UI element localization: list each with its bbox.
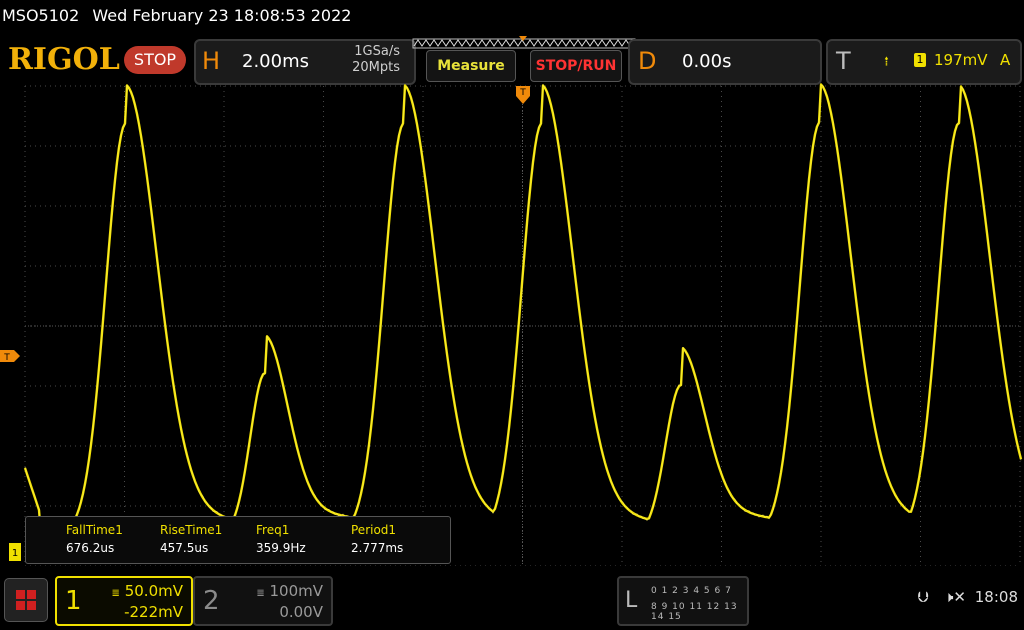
ch1-offset-marker[interactable]: 1: [9, 543, 21, 561]
trigger-position-marker[interactable]: T: [516, 86, 530, 104]
mute-icon[interactable]: 🕨✕: [944, 588, 966, 606]
measurement-value: 2.777ms: [351, 541, 404, 555]
measurement-value: 676.2us: [66, 541, 115, 555]
measurement-value: 457.5us: [160, 541, 209, 555]
system-tray: ⮋ 🕨✕ 18:08: [918, 588, 1018, 606]
measurement-label: FallTime1: [66, 523, 123, 537]
logic-letter: L: [625, 588, 638, 613]
channel-2-scale: 100mV: [269, 582, 323, 600]
channel-1-panel[interactable]: 1 ≣ 50.0mV -222mV: [55, 576, 193, 626]
logic-channels-panel[interactable]: L 0 1 2 3 4 5 6 7 8 9 10 11 12 13 14 15: [617, 576, 749, 626]
grid-icon: [16, 590, 25, 599]
channel-1-settings: ≣ 50.0mV -222mV: [112, 582, 183, 621]
measurement-value: 359.9Hz: [256, 541, 306, 555]
measurement-label: Freq1: [256, 523, 290, 537]
channel-2-offset: 0.00V: [279, 603, 323, 621]
logic-channels-row-1: 0 1 2 3 4 5 6 7: [651, 586, 732, 596]
dc-coupling-icon: ≣: [256, 588, 265, 599]
svg-text:T: T: [519, 88, 526, 98]
channel-2-panel[interactable]: 2 ≣ 100mV 0.00V: [193, 576, 333, 626]
dc-coupling-icon: ≣: [111, 588, 120, 599]
channel-1-scale: 50.0mV: [124, 582, 183, 600]
measurement-item: Freq1 359.9Hz: [256, 523, 306, 555]
trigger-level-marker[interactable]: T: [0, 350, 20, 363]
measurement-label: RiseTime1: [160, 523, 223, 537]
channel-1-number: 1: [65, 586, 82, 616]
bottom-bar: 1 ≣ 50.0mV -222mV 2 ≣ 100mV 0.00V L 0 1 …: [0, 566, 1024, 630]
channel-2-number: 2: [203, 586, 220, 616]
measurement-panel: FallTime1 676.2us RiseTime1 457.5us Freq…: [25, 516, 451, 564]
clock: 18:08: [974, 588, 1018, 606]
measurement-item: Period1 2.777ms: [351, 523, 403, 555]
channel-2-settings: ≣ 100mV 0.00V: [256, 582, 323, 621]
svg-text:1: 1: [12, 548, 18, 559]
channel-1-offset: -222mV: [124, 603, 183, 621]
usb-icon[interactable]: ⮋: [918, 588, 929, 606]
svg-text:T: T: [3, 353, 10, 363]
waveform-display[interactable]: T T 1: [0, 0, 1024, 566]
logic-channels-row-2: 8 9 10 11 12 13 14 15: [651, 602, 738, 622]
measurement-item: FallTime1 676.2us: [66, 523, 123, 555]
measurement-label: Period1: [351, 523, 397, 537]
home-menu-button[interactable]: [4, 578, 48, 622]
measurement-item: RiseTime1 457.5us: [160, 523, 222, 555]
